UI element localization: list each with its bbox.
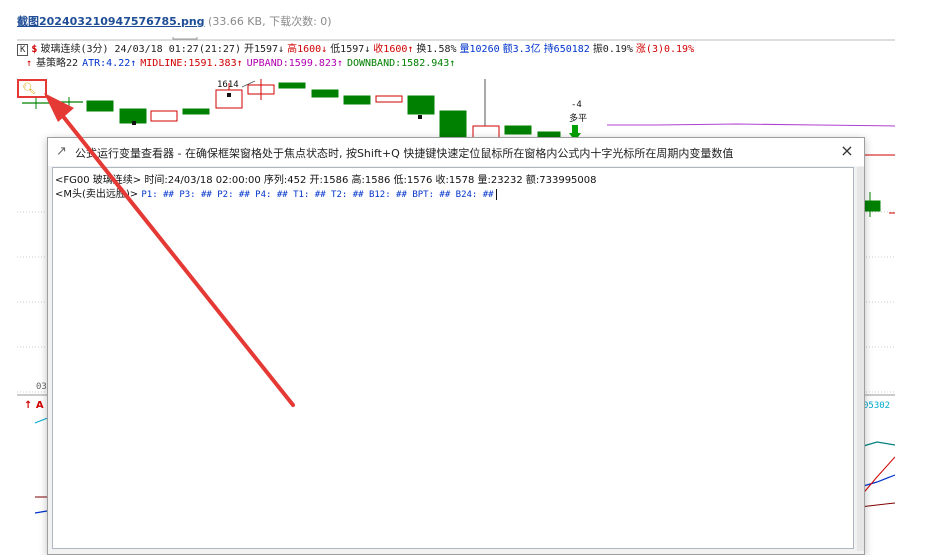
quote-bar: K $ 玻璃连续(3分) 24/03/18 01:27(21:27) 开1597↓ 高1… (17, 44, 697, 56)
quote-high: 高1600↓ (287, 44, 328, 55)
pin-icon: ↗ (56, 144, 67, 159)
price-annotation: 1614 (217, 80, 239, 90)
formula-vars: P1: ## P3: ## P2: ## P4: ## T1: ## T2: #… (141, 190, 494, 200)
close-icon[interactable]: × (838, 141, 856, 161)
quote-open: 开1597↓ (243, 44, 285, 55)
quote-position: 持650182 (543, 44, 590, 55)
quote-low: 低1597↓ (330, 44, 371, 55)
formula-viewer-button[interactable]: 🔍︎ (17, 79, 47, 98)
quote-close: 收1600↑ (373, 44, 414, 55)
sub-indicator-label: ↑ A (24, 400, 44, 411)
strategy-arrow-icon: ↑ (26, 58, 33, 69)
time-axis-label: 03 (36, 382, 47, 392)
k-line-toggle[interactable]: K (17, 44, 29, 56)
variable-text-area[interactable]: <FG00 玻璃连续> 时间:24/03/18 02:00:00 序列:452 … (52, 167, 854, 549)
quote-amplitude: 振0.19% (592, 44, 633, 55)
indicator-downband: DOWNBAND:1582.943↑ (346, 58, 456, 69)
attachment-info: 截图20240321094757678​5.png (33.66 KB, 下载次… (17, 13, 332, 29)
bar-info-line: <FG00 玻璃连续> 时间:24/03/18 02:00:00 序列:452 … (55, 175, 597, 186)
strategy-indicator-line: ↑ 基策略22 ATR:4.22↑ MIDLINE:1591.383↑ UPBAND:1… (26, 58, 459, 70)
magnifier-icon: 🔍︎ (22, 82, 36, 95)
dialog-title: 公式运行变量查看器 - 在确保框架窗格处于焦点状态时, 按Shift+Q 快捷键… (75, 147, 734, 160)
formula-variable-viewer-dialog: ↗ 公式运行变量查看器 - 在确保框架窗格处于焦点状态时, 按Shift+Q 快… (47, 137, 865, 555)
dollar-icon: $ (31, 44, 38, 55)
signal-label: 多平 (569, 114, 588, 124)
strategy-name[interactable]: 基策略22 (36, 58, 78, 69)
indicator-atr: ATR:4.22↑ (82, 58, 137, 69)
dialog-scrollbar[interactable] (857, 167, 864, 551)
formula-name: <M头(卖出远胜)> (55, 189, 139, 200)
quote-title: 玻璃连续(3分) 24/03/18 01:27(21:27) (40, 44, 241, 55)
attachment-meta: (33.66 KB, 下载次数: 0) (208, 15, 332, 28)
quote-amount: 额3.3亿 (502, 44, 541, 55)
dialog-title-bar[interactable]: ↗ 公式运行变量查看器 - 在确保框架窗格处于焦点状态时, 按Shift+Q 快… (48, 138, 864, 166)
indicator-midline: MIDLINE:1591.383↑ (140, 58, 243, 69)
formula-vars-line: <M头(卖出远胜)> P1: ## P3: ## P2: ## P4: ## T… (55, 185, 497, 200)
attachment-link[interactable]: 截图20240321094757678​5.png (17, 15, 205, 28)
quote-change: 涨(3)0.19% (635, 44, 695, 55)
sub-chart-value: 05302 (863, 401, 891, 411)
quote-volume: 量10260 (459, 44, 500, 55)
signal-count-label: -4 (571, 100, 582, 110)
indicator-upband: UPBAND:1599.823↑ (246, 58, 343, 69)
quote-turnover: 换1.58% (416, 44, 457, 55)
text-caret (495, 188, 497, 200)
